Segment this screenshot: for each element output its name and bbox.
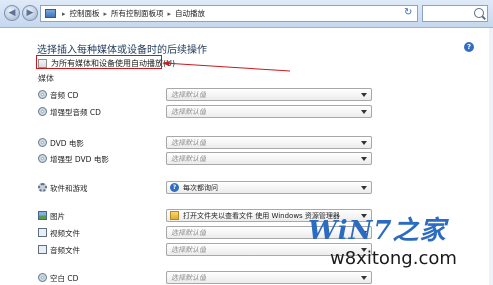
folder-icon: [170, 211, 179, 220]
dropdown-value: 每次都询问: [183, 183, 218, 192]
gear-icon: [38, 183, 47, 192]
breadcrumb-item-all-items[interactable]: 所有控制面板项: [111, 8, 164, 19]
watermark-logo: WiN7之家: [308, 216, 447, 246]
autoplay-row-audio-cd: 音频 CD 选择默认值: [38, 88, 378, 102]
autoplay-row-software-games: 软件和游戏 ? 每次都询问: [38, 181, 378, 195]
forward-button[interactable]: ▶: [22, 5, 38, 21]
row-label: 增强型 DVD 电影: [50, 155, 109, 164]
video-file-icon: [38, 228, 47, 237]
chevron-down-icon: [361, 110, 367, 114]
chevron-right-icon: ▸: [167, 9, 172, 18]
disc-icon: [38, 90, 47, 99]
address-bar: ◀ ▶ ▸ 控制面板 ▸ 所有控制面板项 ▸ 自动播放 ↻: [0, 0, 493, 28]
chevron-right-icon: ▸: [62, 9, 66, 18]
autoplay-row-dvd-movie: DVD 电影 选择默认值: [38, 136, 378, 150]
action-dropdown[interactable]: 选择默认值: [166, 136, 372, 149]
disc-icon: [38, 107, 47, 116]
row-label: 音频文件: [50, 246, 80, 255]
search-input[interactable]: [422, 5, 488, 22]
highlight-annotation: [36, 55, 162, 69]
chevron-down-icon: [361, 157, 367, 161]
watermark: WiN7之家 w8xitong.com: [300, 208, 490, 280]
dropdown-value: 选择默认值: [171, 107, 206, 116]
section-label-media: 媒体: [38, 74, 54, 83]
image-icon: [38, 211, 47, 220]
action-dropdown[interactable]: 选择默认值: [166, 88, 372, 101]
breadcrumb-item-autoplay[interactable]: 自动播放: [175, 8, 205, 19]
dropdown-value: 选择默认值: [171, 154, 206, 163]
dropdown-value: 选择默认值: [171, 228, 206, 237]
row-label: 空白 CD: [50, 274, 79, 283]
search-icon: [474, 8, 484, 18]
question-icon: ?: [170, 183, 179, 192]
chevron-down-icon: [361, 141, 367, 145]
breadcrumb[interactable]: ▸ 控制面板 ▸ 所有控制面板项 ▸ 自动播放: [40, 5, 418, 22]
chevron-down-icon: [361, 186, 367, 190]
autoplay-row-enhanced-dvd-movie: 增强型 DVD 电影 选择默认值: [38, 152, 378, 166]
row-label: 软件和游戏: [50, 184, 88, 193]
page-title: 选择插入每种媒体或设备时的后续操作: [37, 45, 207, 56]
dropdown-value: 选择默认值: [171, 245, 206, 254]
chevron-down-icon: [361, 93, 367, 97]
autoplay-row-enhanced-audio-cd: 增强型音频 CD 选择默认值: [38, 105, 378, 119]
control-panel-icon: [45, 9, 56, 18]
row-label: 视频文件: [50, 229, 80, 238]
refresh-icon[interactable]: ↻: [404, 7, 416, 19]
watermark-site: w8xitong.com: [330, 248, 457, 269]
action-dropdown[interactable]: 选择默认值: [166, 105, 372, 118]
dropdown-value: 选择默认值: [171, 90, 206, 99]
action-dropdown[interactable]: ? 每次都询问: [166, 181, 372, 194]
action-dropdown[interactable]: 选择默认值: [166, 152, 372, 165]
disc-icon: [38, 154, 47, 163]
chevron-right-icon: ▸: [103, 9, 108, 18]
dropdown-value: 选择默认值: [171, 273, 206, 282]
row-label: 图片: [50, 212, 65, 221]
row-label: 音频 CD: [50, 91, 79, 100]
back-button[interactable]: ◀: [4, 5, 20, 21]
row-label: DVD 电影: [50, 139, 84, 148]
dropdown-value: 选择默认值: [171, 138, 206, 147]
help-icon[interactable]: ?: [464, 42, 474, 52]
disc-icon: [38, 273, 47, 282]
row-label: 增强型音频 CD: [50, 108, 101, 117]
annotation-arrow: [162, 61, 291, 72]
audio-file-icon: [38, 245, 47, 254]
breadcrumb-item-control-panel[interactable]: 控制面板: [70, 8, 100, 19]
disc-icon: [38, 138, 47, 147]
